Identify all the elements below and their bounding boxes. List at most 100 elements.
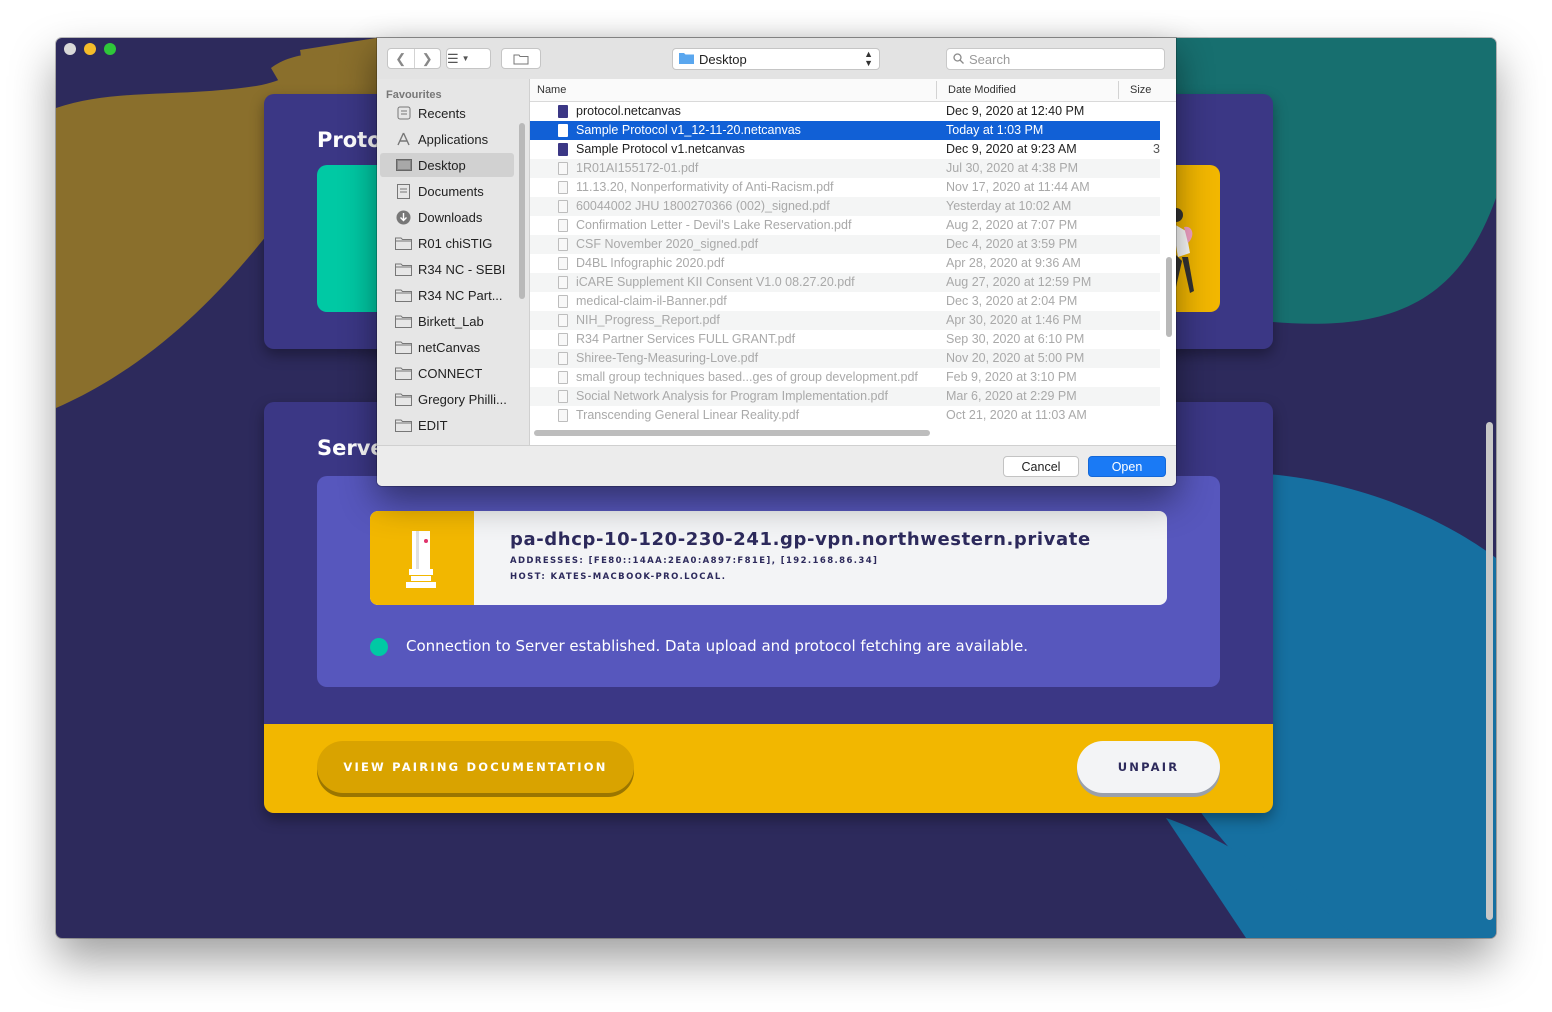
file-name: Transcending General Linear Reality.pdf <box>576 408 800 422</box>
server-host: HOST: KATES-MACBOOK-PRO.LOCAL. <box>510 572 727 582</box>
pdf-file-icon <box>558 238 568 251</box>
open-file-dialog: ❮ ❯ ☰ ▼ Desktop ▲ ▼ Search Favourites Re… <box>377 38 1176 486</box>
column-divider[interactable] <box>936 81 937 99</box>
file-name: Sample Protocol v1.netcanvas <box>576 142 745 156</box>
file-date-modified: Dec 9, 2020 at 9:23 AM <box>946 142 1077 156</box>
column-header-name[interactable]: Name <box>537 84 566 96</box>
unpair-button[interactable]: UNPAIR <box>1077 741 1220 793</box>
sidebar-item-r01-chistig[interactable]: R01 chiSTIG <box>380 231 514 255</box>
folder-icon <box>395 236 412 250</box>
location-popup[interactable]: Desktop ▲ ▼ <box>672 48 880 70</box>
file-date-modified: Dec 9, 2020 at 12:40 PM <box>946 104 1085 118</box>
sidebar-item-r34-nc-part[interactable]: R34 NC Part... <box>380 283 514 307</box>
sidebar-item-gregory-philli[interactable]: Gregory Philli... <box>380 387 514 411</box>
sidebar-item-birkett-lab[interactable]: Birkett_Lab <box>380 309 514 333</box>
cancel-button[interactable]: Cancel <box>1003 456 1079 477</box>
file-row[interactable]: Sample Protocol v1.netcanvas Dec 9, 2020 … <box>530 140 1160 159</box>
pdf-file-icon <box>558 295 568 308</box>
pdf-file-icon <box>558 314 568 327</box>
server-footer: VIEW PAIRING DOCUMENTATION UNPAIR <box>264 724 1273 813</box>
folder-icon <box>395 392 412 406</box>
sidebar-item-label: CONNECT <box>418 365 483 381</box>
pdf-file-icon <box>558 390 568 403</box>
sidebar-item-connect[interactable]: CONNECT <box>380 361 514 385</box>
sidebar-item-recents[interactable]: Recents <box>380 101 514 125</box>
file-date-modified: Yesterday at 10:02 AM <box>946 199 1072 213</box>
file-row[interactable]: Sample Protocol v1_12-11-20.netcanvas Tod… <box>530 121 1160 140</box>
file-name: medical-claim-il-Banner.pdf <box>576 294 727 308</box>
sidebar-item-label: Documents <box>418 183 484 199</box>
file-row: NIH_Progress_Report.pdf Apr 30, 2020 at 1… <box>530 311 1160 330</box>
pdf-file-icon <box>558 162 568 175</box>
file-date-modified: Nov 17, 2020 at 11:44 AM <box>946 180 1090 194</box>
file-name: Sample Protocol v1_12-11-20.netcanvas <box>576 123 801 137</box>
file-name: CSF November 2020_signed.pdf <box>576 237 759 251</box>
server-addresses: ADDRESSES: [FE80::14AA:2EA0:A897:F81E], … <box>510 556 879 566</box>
sidebar-scrollbar[interactable] <box>519 123 525 299</box>
sidebar-item-downloads[interactable]: Downloads <box>380 205 514 229</box>
new-folder-button[interactable] <box>501 48 541 69</box>
forward-button[interactable]: ❯ <box>413 49 441 68</box>
dialog-footer: Cancel Open <box>377 445 1176 486</box>
horizontal-scrollbar[interactable] <box>534 430 930 436</box>
file-date-modified: Today at 1:03 PM <box>946 123 1044 137</box>
file-date-modified: Jul 30, 2020 at 4:38 PM <box>946 161 1079 175</box>
view-options-button[interactable]: ☰ ▼ <box>446 48 491 69</box>
file-date-modified: Apr 30, 2020 at 1:46 PM <box>946 313 1082 327</box>
column-divider[interactable] <box>1118 81 1119 99</box>
file-name: NIH_Progress_Report.pdf <box>576 313 720 327</box>
sidebar-item-label: EDIT <box>418 417 448 433</box>
sidebar-item-netcanvas[interactable]: netCanvas <box>380 335 514 359</box>
sidebar-item-label: R01 chiSTIG <box>418 235 493 251</box>
folder-icon <box>395 262 412 276</box>
column-header-date-modified[interactable]: Date Modified <box>948 84 1016 96</box>
close-window-button[interactable] <box>64 43 76 55</box>
column-header-size[interactable]: Size <box>1130 84 1151 96</box>
sidebar-item-r34-nc-sebi[interactable]: R34 NC - SEBI <box>380 257 514 281</box>
back-button[interactable]: ❮ <box>388 49 414 68</box>
file-date-modified: Oct 21, 2020 at 11:03 AM <box>946 408 1087 422</box>
connection-status-dot <box>370 638 388 656</box>
netcanvas-file-icon <box>558 143 568 156</box>
view-pairing-documentation-button[interactable]: VIEW PAIRING DOCUMENTATION <box>317 741 634 793</box>
search-field[interactable]: Search <box>946 48 1165 70</box>
sidebar-item-label: R34 NC Part... <box>418 287 503 303</box>
pdf-file-icon <box>558 276 568 289</box>
sidebar-item-documents[interactable]: Documents <box>380 179 514 203</box>
file-name: iCARE Supplement KII Consent V1.0 08.27.… <box>576 275 855 289</box>
folder-icon <box>395 288 412 302</box>
file-name: 1R01AI155172-01.pdf <box>576 161 699 175</box>
folder-icon <box>395 418 412 432</box>
file-name: Confirmation Letter - Devil's Lake Reser… <box>576 218 852 232</box>
minimize-window-button[interactable] <box>84 43 96 55</box>
vertical-scrollbar[interactable] <box>1166 257 1172 337</box>
sidebar-item-applications[interactable]: Applications <box>380 127 514 151</box>
file-row: Transcending General Linear Reality.pdf O… <box>530 406 1160 425</box>
file-date-modified: Apr 28, 2020 at 9:36 AM <box>946 256 1081 270</box>
file-name: 60044002 JHU 1800270366 (002)_signed.pdf <box>576 199 830 213</box>
sidebar-item-label: Gregory Philli... <box>418 391 507 407</box>
file-row[interactable]: protocol.netcanvas Dec 9, 2020 at 12:40 P… <box>530 102 1160 121</box>
maximize-window-button[interactable] <box>104 43 116 55</box>
app-scrollbar[interactable] <box>1486 422 1493 920</box>
file-row: medical-claim-il-Banner.pdf Dec 3, 2020 a… <box>530 292 1160 311</box>
sidebar-item-label: Downloads <box>418 209 483 225</box>
chevron-left-icon: ❮ <box>395 50 407 66</box>
sidebar-item-desktop[interactable]: Desktop <box>380 153 514 177</box>
connection-status-text: Connection to Server established. Data u… <box>406 637 1028 655</box>
file-row: Confirmation Letter - Devil's Lake Reser… <box>530 216 1160 235</box>
downloads-icon <box>395 210 412 224</box>
netcanvas-file-icon <box>558 124 568 137</box>
file-date-modified: Dec 4, 2020 at 3:59 PM <box>946 237 1078 251</box>
server-panel: pa-dhcp-10-120-230-241.gp-vpn.northweste… <box>317 476 1220 687</box>
desktop-icon <box>395 158 412 172</box>
file-row: 60044002 JHU 1800270366 (002)_signed.pdf… <box>530 197 1160 216</box>
new-folder-icon <box>502 49 540 68</box>
open-button[interactable]: Open <box>1088 456 1166 477</box>
search-placeholder: Search <box>969 51 1011 67</box>
pdf-file-icon <box>558 352 568 365</box>
paired-server-card[interactable]: pa-dhcp-10-120-230-241.gp-vpn.northweste… <box>370 511 1167 605</box>
file-date-modified: Sep 30, 2020 at 6:10 PM <box>946 332 1085 346</box>
sidebar-item-edit[interactable]: EDIT <box>380 413 514 437</box>
file-name: 11.13.20, Nonperformativity of Anti-Raci… <box>576 180 834 194</box>
